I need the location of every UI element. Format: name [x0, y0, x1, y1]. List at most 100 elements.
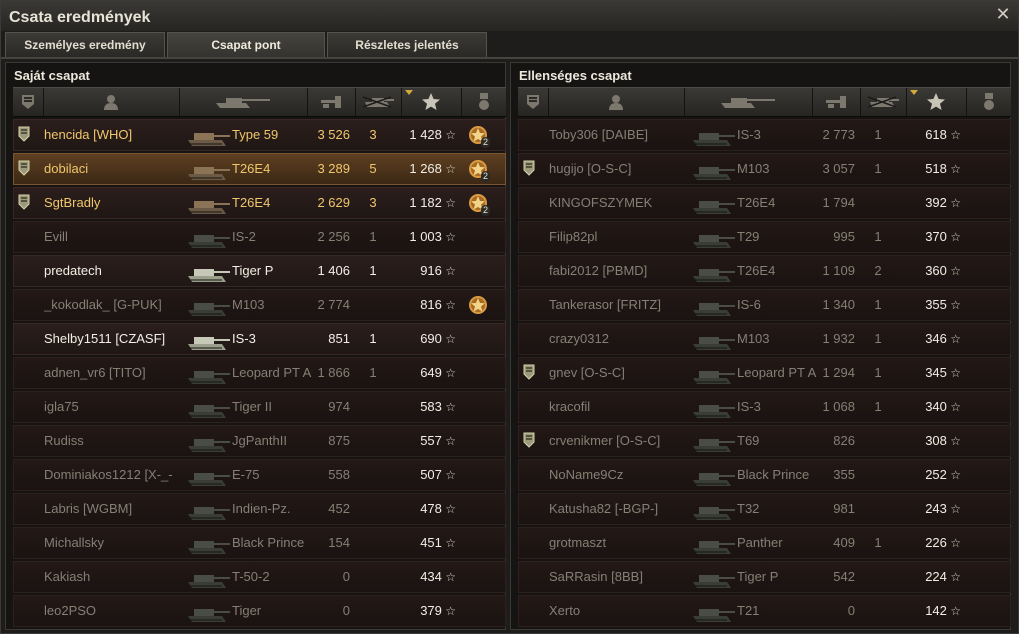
player-name[interactable]: _kokodlak_ [G-PUK] — [44, 290, 184, 320]
tank-icon — [184, 326, 232, 354]
table-row[interactable]: Kakiash T-50-2 0 434 ☆ — [13, 561, 506, 593]
table-row[interactable]: Evill IS-2 2 256 1 1 003 ☆ — [13, 221, 506, 253]
score-value: 690 — [420, 331, 442, 346]
close-icon[interactable]: ✕ — [994, 5, 1012, 23]
player-name[interactable]: NoName9Cz — [549, 460, 689, 490]
player-name[interactable]: Katusha82 [-BGP-] — [549, 494, 689, 524]
tank-icon — [184, 394, 232, 422]
score-cell: 252 ☆ — [899, 460, 961, 490]
vehicle-name: T26E4 — [737, 195, 776, 210]
player-name[interactable]: Xerto — [549, 596, 689, 626]
header-score[interactable] — [401, 88, 462, 116]
player-name[interactable]: gnev [O-S-C] — [549, 358, 689, 388]
table-row[interactable]: hugijo [O-S-C] M103 3 057 1 518 ☆ — [518, 153, 1011, 185]
player-name[interactable]: Labris [WGBM] — [44, 494, 184, 524]
player-name[interactable]: Toby306 [DAIBE] — [549, 120, 689, 150]
header-vehicle[interactable] — [179, 88, 308, 116]
player-name[interactable]: kracofil — [549, 392, 689, 422]
table-row[interactable]: SgtBradly T26E4 2 629 3 1 182 ☆ 2 — [13, 187, 506, 219]
tab-personal-result[interactable]: Személyes eredmény — [5, 32, 165, 57]
score-value: 816 — [420, 297, 442, 312]
score-icon — [927, 93, 945, 111]
player-name[interactable]: Michallsky — [44, 528, 184, 558]
star-icon: ☆ — [441, 196, 456, 210]
player-name[interactable]: igla75 — [44, 392, 184, 422]
header-kills[interactable] — [860, 88, 907, 116]
star-icon: ☆ — [441, 502, 456, 516]
player-name[interactable]: predatech — [44, 256, 184, 286]
player-name[interactable]: fabi2012 [PBMD] — [549, 256, 689, 286]
table-row[interactable]: leo2PSO Tiger 0 379 ☆ — [13, 595, 506, 627]
player-name[interactable]: Shelby1511 [CZASF] — [44, 324, 184, 354]
table-row[interactable]: NoName9Cz Black Prince 355 252 ☆ — [518, 459, 1011, 491]
player-name[interactable]: Kakiash — [44, 562, 184, 592]
tab-team-score[interactable]: Csapat pont — [167, 32, 325, 57]
table-row[interactable]: Xerto T21 0 142 ☆ — [518, 595, 1011, 627]
table-row[interactable]: SaRRasin [8BB] Tiger P 542 224 ☆ — [518, 561, 1011, 593]
table-row[interactable]: Labris [WGBM] Indien-Pz. 452 478 ☆ — [13, 493, 506, 525]
player-name[interactable]: grotmaszt — [549, 528, 689, 558]
medal-icon[interactable]: 2 — [466, 191, 492, 217]
header-vehicle[interactable] — [684, 88, 813, 116]
header-damage[interactable] — [307, 88, 356, 116]
vehicle-name: Panther — [737, 535, 783, 550]
score-value: 916 — [420, 263, 442, 278]
player-name[interactable]: Dominiakos1212 [X-_- — [44, 460, 184, 490]
table-row[interactable]: igla75 Tiger II 974 583 ☆ — [13, 391, 506, 423]
table-row[interactable]: Michallsky Black Prince 154 451 ☆ — [13, 527, 506, 559]
header-squad[interactable] — [518, 88, 549, 116]
medal-icon[interactable]: 2 — [466, 157, 492, 183]
table-row[interactable]: hencida [WHO] Type 59 3 526 3 1 428 ☆ 2 — [13, 119, 506, 151]
platoon-badge-icon — [523, 432, 535, 448]
table-row[interactable]: Rudiss JgPanthII 875 557 ☆ — [13, 425, 506, 457]
header-player[interactable] — [548, 88, 685, 116]
table-row[interactable]: Dominiakos1212 [X-_- E-75 558 507 ☆ — [13, 459, 506, 491]
header-kills[interactable] — [355, 88, 402, 116]
player-name[interactable]: Filip82pl — [549, 222, 689, 252]
table-row[interactable]: fabi2012 [PBMD] T26E4 1 109 2 360 ☆ — [518, 255, 1011, 287]
player-name[interactable]: dobilaci — [44, 154, 184, 184]
table-row[interactable]: Filip82pl T29 995 1 370 ☆ — [518, 221, 1011, 253]
medal-icon[interactable]: 2 — [466, 123, 492, 149]
player-name[interactable]: crvenikmer [O-S-C] — [549, 426, 689, 456]
table-row[interactable]: gnev [O-S-C] Leopard PT A 1 294 1 345 ☆ — [518, 357, 1011, 389]
table-row[interactable]: crvenikmer [O-S-C] T69 826 308 ☆ — [518, 425, 1011, 457]
header-score[interactable] — [906, 88, 967, 116]
player-name[interactable]: leo2PSO — [44, 596, 184, 626]
player-name[interactable]: Evill — [44, 222, 184, 252]
table-row[interactable]: grotmaszt Panther 409 1 226 ☆ — [518, 527, 1011, 559]
player-name[interactable]: hugijo [O-S-C] — [549, 154, 689, 184]
table-row[interactable]: _kokodlak_ [G-PUK] M103 2 774 816 ☆ — [13, 289, 506, 321]
header-player[interactable] — [43, 88, 180, 116]
player-name[interactable]: Tankerasor [FRITZ] — [549, 290, 689, 320]
header-medals[interactable] — [461, 88, 506, 116]
table-row[interactable]: predatech Tiger P 1 406 1 916 ☆ — [13, 255, 506, 287]
player-name[interactable]: hencida [WHO] — [44, 120, 184, 150]
player-name[interactable]: KINGOFSZYMEK — [549, 188, 689, 218]
table-row[interactable]: Toby306 [DAIBE] IS-3 2 773 1 618 ☆ — [518, 119, 1011, 151]
kills-value: 1 — [369, 331, 377, 346]
header-medals[interactable] — [966, 88, 1011, 116]
player-name[interactable]: SaRRasin [8BB] — [549, 562, 689, 592]
table-row[interactable]: Shelby1511 [CZASF] IS-3 851 1 690 ☆ — [13, 323, 506, 355]
table-row[interactable]: dobilaci T26E4 3 289 5 1 268 ☆ 2 — [13, 153, 506, 185]
table-row[interactable]: kracofil IS-3 1 068 1 340 ☆ — [518, 391, 1011, 423]
medal-icon[interactable] — [466, 293, 492, 319]
header-damage[interactable] — [812, 88, 861, 116]
player-name[interactable]: Rudiss — [44, 426, 184, 456]
table-row[interactable]: Tankerasor [FRITZ] IS-6 1 340 1 355 ☆ — [518, 289, 1011, 321]
tab-detailed-report[interactable]: Részletes jelentés — [327, 32, 487, 57]
vehicle-name: Tiger P — [232, 263, 274, 278]
header-squad[interactable] — [13, 88, 44, 116]
tank-icon — [184, 360, 232, 388]
table-row[interactable]: KINGOFSZYMEK T26E4 1 794 392 ☆ — [518, 187, 1011, 219]
table-row[interactable]: adnen_vr6 [TITO] Leopard PT A 1 866 1 649 ☆ — [13, 357, 506, 389]
player-name[interactable]: crazy0312 — [549, 324, 689, 354]
table-row[interactable]: Katusha82 [-BGP-] T32 981 243 ☆ — [518, 493, 1011, 525]
table-row[interactable]: crazy0312 M103 1 932 1 346 ☆ — [518, 323, 1011, 355]
player-name[interactable]: adnen_vr6 [TITO] — [44, 358, 184, 388]
damage-value: 542 — [833, 569, 855, 584]
player-name[interactable]: SgtBradly — [44, 188, 184, 218]
star-icon: ☆ — [946, 468, 961, 482]
battle-results-window: Csata eredmények ✕ Személyes eredmény Cs… — [0, 0, 1019, 634]
